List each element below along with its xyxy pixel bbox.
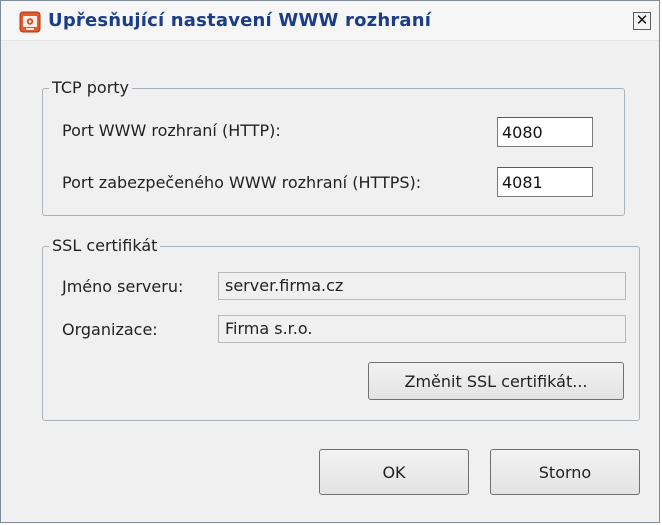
- ok-button[interactable]: OK: [319, 449, 469, 495]
- http-port-label: Port WWW rozhraní (HTTP):: [62, 121, 281, 140]
- organization-label: Organizace:: [62, 320, 158, 339]
- https-port-label: Port zabezpečeného WWW rozhraní (HTTPS):: [62, 173, 422, 192]
- ssl-certificate-legend: SSL certifikát: [49, 236, 161, 256]
- organization-field: Firma s.r.o.: [218, 315, 626, 343]
- tcp-ports-legend: TCP porty: [49, 78, 133, 98]
- close-button[interactable]: ✕: [633, 12, 651, 30]
- http-port-input[interactable]: [497, 117, 593, 147]
- close-icon: ✕: [635, 11, 649, 29]
- dialog-window: Upřesňující nastavení WWW rozhraní ✕ TCP…: [0, 0, 660, 523]
- server-name-label: Jméno serveru:: [62, 277, 184, 296]
- cancel-button[interactable]: Storno: [490, 449, 640, 495]
- server-name-field: server.firma.cz: [218, 272, 626, 300]
- settings-app-icon: [19, 11, 41, 33]
- window-title: Upřesňující nastavení WWW rozhraní: [48, 10, 432, 31]
- change-ssl-certificate-button[interactable]: Změnit SSL certifikát...: [368, 362, 624, 400]
- title-bar[interactable]: Upřesňující nastavení WWW rozhraní ✕: [1, 1, 659, 41]
- https-port-input[interactable]: [497, 167, 593, 197]
